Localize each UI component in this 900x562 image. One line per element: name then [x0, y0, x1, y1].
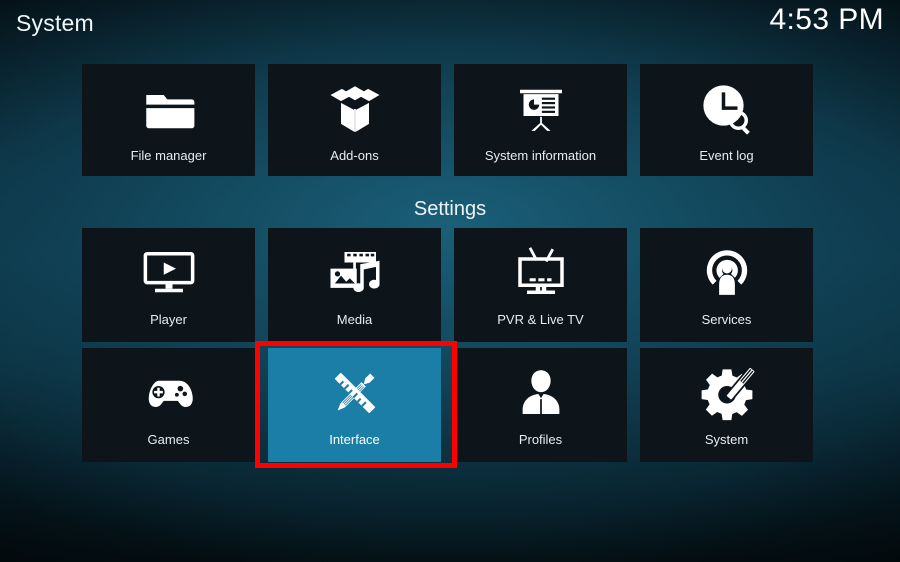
tile-label: Interface [329, 432, 380, 447]
folder-icon [141, 81, 197, 137]
page-title: System [16, 10, 94, 36]
monitor-play-icon [141, 245, 197, 301]
gear-wrench-icon [699, 365, 755, 421]
tile-profiles[interactable]: Profiles [454, 348, 627, 462]
tile-label: Add-ons [330, 148, 379, 163]
tile-player[interactable]: Player [82, 228, 255, 342]
tile-label: File manager [130, 148, 207, 163]
settings-section-heading: Settings [413, 198, 487, 220]
utilities-row: File manager Add-ons System information Eve… [82, 64, 818, 176]
broadcast-user-icon [699, 245, 755, 301]
top-bar: System 4:53 PM [0, 0, 900, 56]
user-bust-icon [513, 365, 569, 421]
open-box-icon [327, 81, 383, 137]
settings-row-1: Player Media PVR & Live TV Services [82, 228, 818, 342]
tile-services[interactable]: Services [640, 228, 813, 342]
tile-system[interactable]: System [640, 348, 813, 462]
tile-media[interactable]: Media [268, 228, 441, 342]
tile-label: PVR & Live TV [497, 312, 584, 327]
tile-label: System [704, 432, 749, 447]
pencil-ruler-icon [327, 365, 383, 421]
settings-row-2: Games Interface Profiles System [82, 348, 818, 462]
tile-system-information[interactable]: System information [454, 64, 627, 176]
tile-add-ons[interactable]: Add-ons [268, 64, 441, 176]
tile-interface[interactable]: Interface [268, 348, 441, 462]
tile-event-log[interactable]: Event log [640, 64, 813, 176]
clock: 4:53 PM [769, 3, 884, 36]
tile-pvr-and-live-tv[interactable]: PVR & Live TV [454, 228, 627, 342]
tile-label: Player [150, 312, 187, 327]
tile-file-manager[interactable]: File manager [82, 64, 255, 176]
tile-label: Event log [699, 148, 754, 163]
media-library-icon [327, 245, 383, 301]
tile-label: Games [147, 432, 190, 447]
presentation-icon [513, 81, 569, 137]
clock-search-icon [699, 81, 755, 137]
kodi-system-screen: System 4:53 PM File manager Add-ons System… [0, 0, 900, 562]
tile-label: Media [336, 312, 373, 327]
gamepad-icon [141, 365, 197, 421]
tile-label: Profiles [518, 432, 563, 447]
television-icon [513, 245, 569, 301]
tile-label: System information [484, 148, 597, 163]
tile-label: Services [701, 312, 752, 327]
tile-games[interactable]: Games [82, 348, 255, 462]
